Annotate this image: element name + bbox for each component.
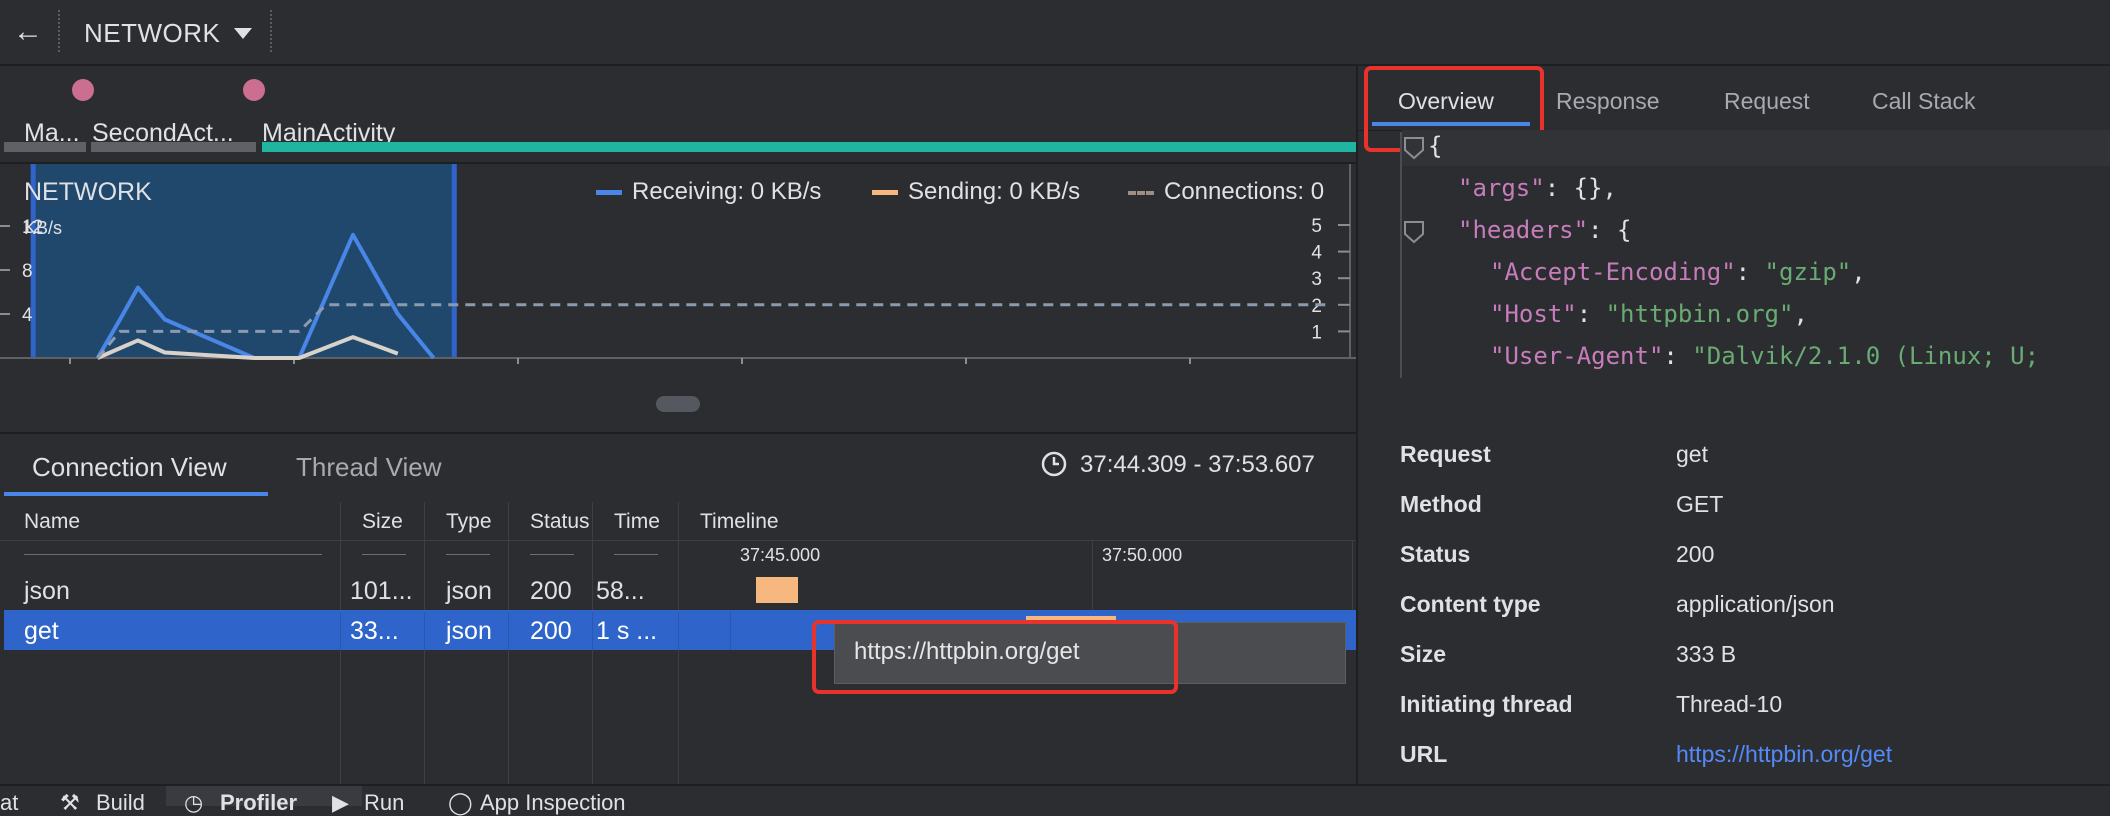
filter-line <box>446 554 490 555</box>
field-value-method: GET <box>1676 491 1724 517</box>
active-tab-indicator <box>4 492 268 496</box>
tab-call-stack[interactable]: Call Stack <box>1872 88 1976 115</box>
timeline-bar[interactable] <box>756 577 798 603</box>
field-value-request: get <box>1676 441 1708 467</box>
table-row[interactable] <box>4 572 1356 610</box>
field-label: Method <box>1400 491 1482 517</box>
event-dot-icon[interactable] <box>243 79 265 101</box>
tab-thread-view[interactable]: Thread View <box>296 452 442 483</box>
filter-line <box>530 554 574 555</box>
code-line: "headers": { <box>1458 216 1632 244</box>
code-line: "Host": "httpbin.org", <box>1490 300 1808 328</box>
field-value-thread: Thread-10 <box>1676 691 1783 717</box>
code-line: "args": {}, <box>1458 174 1617 202</box>
legend-receiving: Receiving: 0 KB/s <box>596 178 821 206</box>
cell-status: 200 <box>530 617 572 645</box>
col-header-timeline[interactable]: Timeline <box>700 510 779 534</box>
col-divider <box>424 612 425 650</box>
col-divider <box>340 612 341 650</box>
col-header-name[interactable]: Name <box>24 510 80 534</box>
cell-type: json <box>446 617 492 645</box>
fold-icon[interactable] <box>1403 136 1425 160</box>
cell-size: 33... <box>350 617 399 645</box>
cell-name: get <box>24 617 59 645</box>
tab-response[interactable]: Response <box>1556 88 1660 115</box>
toolbar <box>0 0 2110 66</box>
col-header-time[interactable]: Time <box>614 510 660 534</box>
field-value-size: 333 B <box>1676 641 1737 667</box>
field-label: Status <box>1400 541 1471 567</box>
legend-sending: Sending: 0 KB/s <box>872 178 1080 206</box>
field-label: URL <box>1400 741 1448 767</box>
legend-connections: Connections: 0 <box>1128 178 1324 206</box>
tool-tab-run[interactable]: Run <box>364 790 404 816</box>
col-header-size[interactable]: Size <box>362 510 403 534</box>
code-line: { <box>1428 132 1443 160</box>
caret-down-icon[interactable] <box>234 28 252 39</box>
field-label: Initiating thread <box>1400 691 1573 717</box>
filter-line <box>362 554 406 555</box>
inspect-icon: ◯ <box>448 790 473 815</box>
toolbar-divider <box>58 10 60 52</box>
url-link[interactable]: https://httpbin.org/get <box>1676 741 1892 768</box>
tool-tab-app-inspection[interactable]: App Inspection <box>480 790 626 816</box>
col-divider <box>678 612 679 650</box>
gauge-icon: ◷ <box>184 790 204 815</box>
cell-time: 58... <box>596 577 645 605</box>
code-line: "Accept-Encoding": "gzip", <box>1490 258 1866 286</box>
clock-icon <box>1041 451 1067 477</box>
y-unit-label: KB/s <box>24 218 63 238</box>
timeline-tick: 37:50.000 <box>1102 545 1183 565</box>
hammer-icon: ⚒ <box>60 790 80 815</box>
time-range: 37:44.309 - 37:53.607 <box>1080 451 1315 478</box>
filter-line <box>614 554 658 555</box>
cell-time: 1 s ... <box>596 617 658 645</box>
timeline-tick: 37:45.000 <box>740 545 821 565</box>
activity-bar[interactable] <box>4 142 86 152</box>
right-tick-label: 1 <box>1311 322 1322 343</box>
col-divider <box>592 612 593 650</box>
y-tick-label: 4 <box>22 305 33 326</box>
cell-name: json <box>24 577 70 605</box>
activity-bar[interactable] <box>91 142 256 152</box>
chart-title: NETWORK <box>24 178 152 206</box>
toolbar-divider <box>270 10 272 52</box>
tab-request[interactable]: Request <box>1724 88 1810 115</box>
current-line-highlight <box>1402 130 2110 166</box>
cell-type: json <box>446 577 492 605</box>
filter-line <box>24 554 322 555</box>
field-label: Content type <box>1400 591 1541 617</box>
fold-icon[interactable] <box>1403 220 1425 244</box>
right-tick-label: 5 <box>1311 216 1322 237</box>
col-divider <box>508 612 509 650</box>
field-label: Request <box>1400 441 1491 467</box>
tab-connection-view[interactable]: Connection View <box>32 452 227 483</box>
field-value-content-type: application/json <box>1676 591 1835 617</box>
y-tick-label: 8 <box>22 261 33 282</box>
col-divider <box>730 612 731 650</box>
code-line: "User-Agent": "Dalvik/2.1.0 (Linux; U; <box>1490 342 2040 370</box>
tool-tab-profiler[interactable]: Profiler <box>220 790 297 816</box>
selection-handle-right <box>451 164 457 358</box>
chart-scrollbar[interactable] <box>656 396 700 412</box>
cell-size: 101... <box>350 577 413 605</box>
tool-tab-build[interactable]: Build <box>96 790 145 816</box>
right-tick-label: 4 <box>1311 243 1322 264</box>
highlight-box <box>812 620 1178 694</box>
back-arrow-icon[interactable]: ← <box>10 14 46 50</box>
field-value-status: 200 <box>1676 541 1715 567</box>
gutter <box>1400 132 1402 378</box>
play-icon: ▶ <box>332 790 349 815</box>
event-dot-icon[interactable] <box>72 79 94 101</box>
activity-bar[interactable] <box>262 142 1356 152</box>
right-tick-label: 3 <box>1311 269 1322 290</box>
profiler-title[interactable]: NETWORK <box>84 18 220 49</box>
col-header-status[interactable]: Status <box>530 510 590 534</box>
col-header-type[interactable]: Type <box>446 510 492 534</box>
field-label: Size <box>1400 641 1447 667</box>
tool-tab-partial[interactable]: at <box>0 790 18 816</box>
cell-status: 200 <box>530 577 572 605</box>
